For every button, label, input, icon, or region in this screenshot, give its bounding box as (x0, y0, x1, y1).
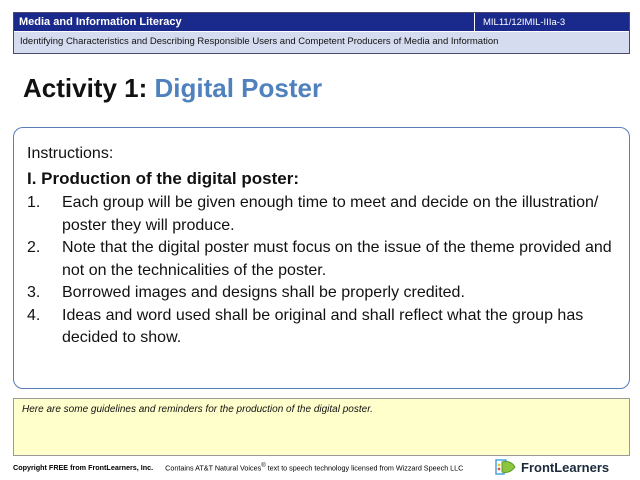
instructions-label: Instructions: (27, 145, 114, 162)
voices-text-post: text to speech technology licensed from … (265, 463, 464, 473)
list-item-text: Each group will be given enough time to … (62, 194, 599, 234)
voices-text-pre: Contains AT&T Natural Voices (165, 463, 262, 473)
copyright-text: Copyright FREE from FrontLearners, Inc. (13, 463, 154, 473)
list-item: 1. Each group will be given enough time … (27, 192, 612, 237)
list-item-text: Ideas and word used shall be original an… (62, 306, 584, 347)
list-item-number: 4. (27, 306, 41, 324)
list-item-number: 2. (27, 239, 41, 256)
list-item-number: 3. (27, 284, 41, 301)
instructions-heading: I. Production of the digital poster: (27, 169, 299, 188)
instructions-list: 1. Each group will be given enough time … (27, 192, 612, 350)
frontlearners-logo: FrontLearners (493, 456, 609, 478)
list-item-text: Borrowed images and designs shall be pro… (62, 284, 465, 301)
frontlearners-logo-icon (495, 459, 516, 475)
guidelines-text: Here are some guidelines and reminders f… (22, 404, 373, 415)
slide-header: Media and Information Literacy MIL11/12I… (13, 12, 630, 54)
list-item-number: 1. (27, 194, 41, 211)
lesson-subtitle: Identifying Characteristics and Describi… (14, 32, 629, 53)
instructions-box: Instructions: I. Production of the digit… (13, 127, 630, 389)
footer: Copyright FREE from FrontLearners, Inc. … (13, 463, 463, 472)
activity-title: Activity 1: Digital Poster (23, 73, 322, 104)
activity-title-prefix: Activity 1: (23, 73, 155, 103)
competency-code: MIL11/12IMIL-IIIa-3 (474, 13, 629, 32)
guidelines-box: Here are some guidelines and reminders f… (13, 398, 630, 456)
list-item: 4. Ideas and word used shall be original… (27, 305, 612, 350)
list-item-text: Note that the digital poster must focus … (62, 239, 612, 279)
list-item: 2. Note that the digital poster must foc… (27, 237, 612, 282)
course-title: Media and Information Literacy (14, 13, 474, 32)
activity-title-name: Digital Poster (154, 73, 323, 103)
header-top-row: Media and Information Literacy MIL11/12I… (14, 13, 629, 32)
frontlearners-logo-text: FrontLearners (521, 459, 610, 475)
list-item: 3. Borrowed images and designs shall be … (27, 282, 612, 305)
